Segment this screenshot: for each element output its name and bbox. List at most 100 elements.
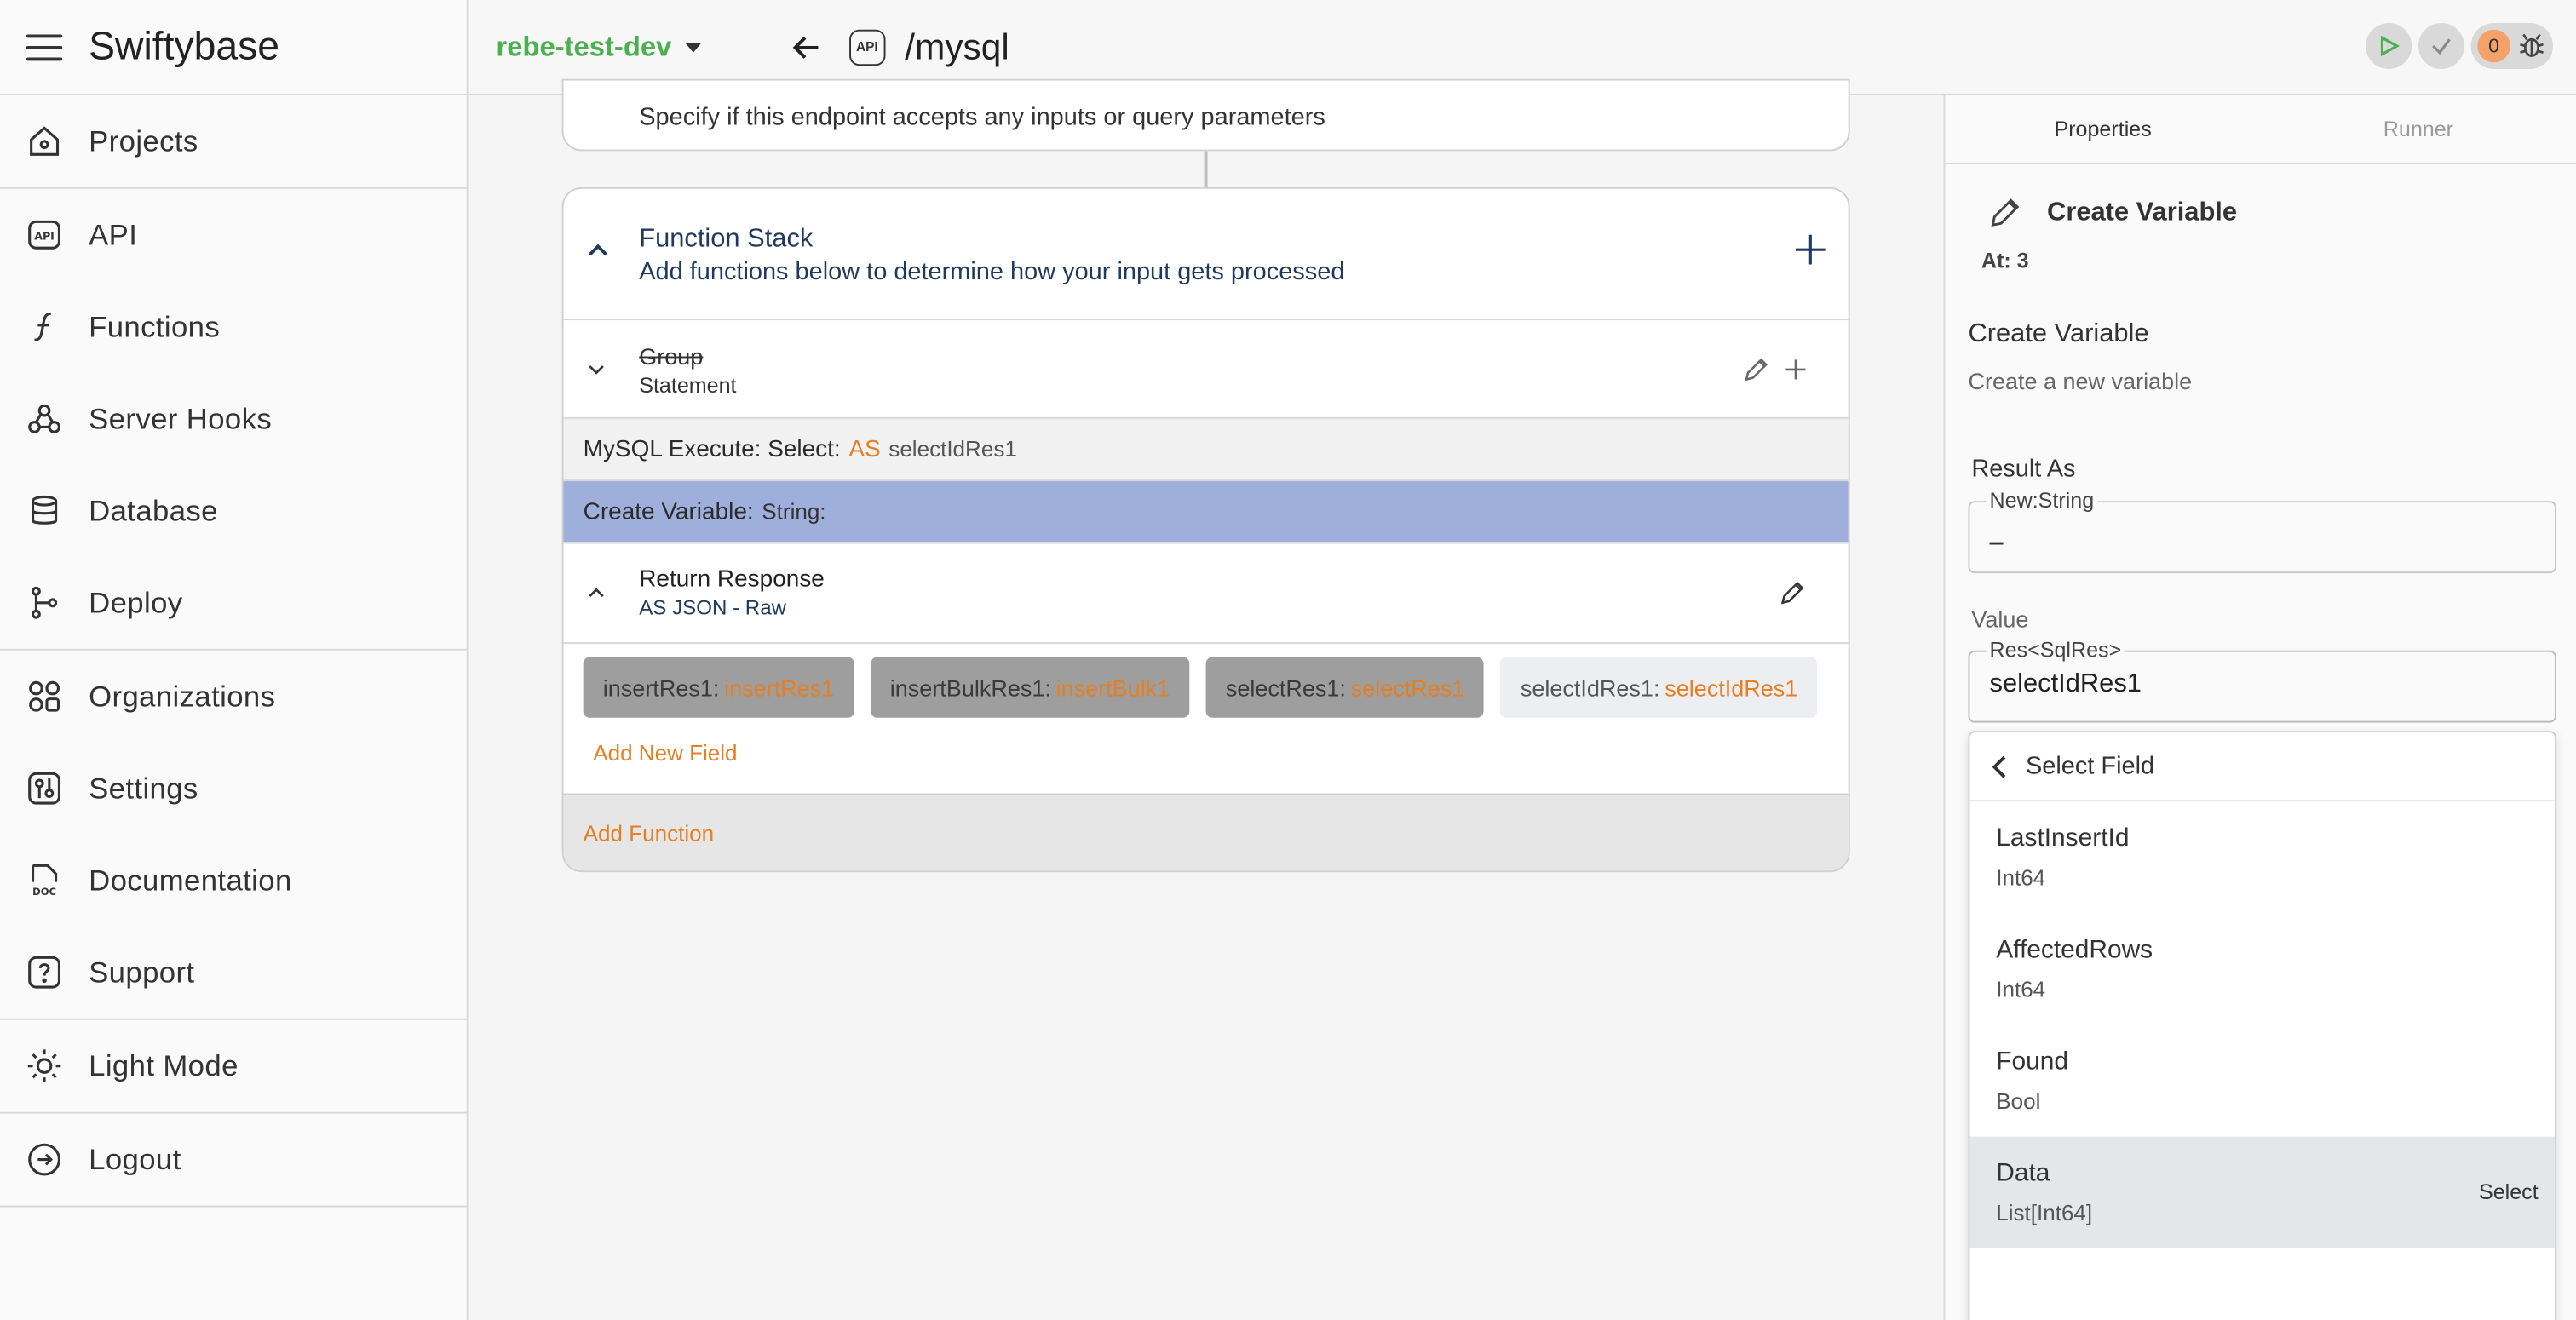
group-subtitle: Statement: [639, 372, 737, 398]
function-stack-header: Function Stack Add functions below to de…: [563, 189, 1849, 321]
database-icon: [26, 493, 62, 529]
chevron-up-icon[interactable]: [587, 238, 610, 261]
function-canvas: Specify if this endpoint accepts any inp…: [468, 78, 1944, 1320]
menu-icon[interactable]: [26, 33, 63, 60]
result-type-legend: New:String: [1986, 487, 2098, 513]
run-button[interactable]: [2366, 23, 2412, 70]
response-field-chip[interactable]: insertBulkRes1: insertBulk1: [870, 657, 1190, 718]
sidebar-item-functions[interactable]: Functions: [0, 281, 467, 373]
function-stack-desc: Add functions below to determine how you…: [639, 257, 1345, 286]
inputs-card[interactable]: Specify if this endpoint accepts any inp…: [561, 78, 1850, 152]
option-name: Data: [1996, 1159, 2050, 1188]
header-actions: 0: [2366, 23, 2554, 70]
svg-text:DOC: DOC: [32, 886, 56, 898]
sidebar-item-label: Deploy: [89, 585, 183, 619]
create-variable-row[interactable]: Create Variable: String:: [563, 481, 1849, 544]
tab-runner[interactable]: Runner: [2261, 95, 2576, 163]
sidebar-item-label: Support: [89, 955, 195, 989]
field-value: insertRes1: [724, 674, 835, 701]
response-field-chip[interactable]: selectIdRes1: selectIdRes1: [1500, 657, 1818, 718]
sidebar-item-light-mode[interactable]: Light Mode: [0, 1020, 467, 1112]
response-field-chip[interactable]: selectRes1: selectRes1: [1205, 657, 1485, 718]
sidebar-item-documentation[interactable]: DOC Documentation: [0, 835, 467, 927]
value-label: Value: [1971, 605, 2029, 633]
sidebar-item-organizations[interactable]: Organizations: [0, 651, 467, 743]
sidebar-item-label: Projects: [89, 123, 198, 158]
properties-panel: Properties Runner Create Variable At: 3 …: [1943, 95, 2576, 1320]
nav-group-theme: Light Mode: [0, 1020, 467, 1114]
pencil-icon[interactable]: [1780, 580, 1806, 606]
sidebar-item-label: Light Mode: [89, 1048, 239, 1082]
add-new-field-link[interactable]: Add New Field: [593, 741, 1828, 766]
field-option-highlighted[interactable]: Data List[Int64] Select: [1969, 1136, 2555, 1248]
add-function-button[interactable]: Add Function: [563, 793, 1849, 871]
nav-group-build: API API Functions Server Hooks Database …: [0, 189, 467, 651]
field-value: selectRes1: [1350, 674, 1465, 701]
back-button[interactable]: [786, 27, 825, 66]
select-field-dropdown: Select Field LastInsertId Int64 Affected…: [1968, 731, 2556, 1320]
mysql-execute-row[interactable]: MySQL Execute: Select: AS selectIdRes1: [563, 418, 1849, 482]
response-field-list: insertRes1: insertRes1 insertBulkRes1: ins…: [583, 657, 1829, 718]
project-name: rebe-test-dev: [496, 30, 672, 62]
field-option[interactable]: LastInsertId Int64: [1969, 801, 2555, 913]
plus-icon[interactable]: [1783, 357, 1809, 383]
sidebar-item-label: API: [89, 217, 138, 251]
option-type: List[Int64]: [1996, 1200, 2093, 1225]
debug-button[interactable]: 0: [2470, 23, 2554, 70]
sidebar-item-logout[interactable]: Logout: [0, 1114, 467, 1206]
help-icon: [26, 955, 62, 990]
dropdown-back[interactable]: Select Field: [1969, 732, 2555, 802]
mysql-label: MySQL Execute: Select:: [583, 436, 841, 462]
response-title: Return Response: [639, 566, 825, 594]
project-selector[interactable]: rebe-test-dev: [496, 30, 702, 64]
sidebar-item-label: Database: [89, 493, 218, 527]
sidebar-item-projects[interactable]: Projects: [0, 95, 467, 187]
api-icon: API: [26, 217, 62, 253]
option-name: Found: [1996, 1047, 2069, 1076]
plus-icon[interactable]: [1792, 232, 1828, 267]
value-input[interactable]: Res<SqlRes> selectIdRes1: [1968, 637, 2556, 723]
nav-group-main: Projects: [0, 95, 467, 189]
response-field-chip[interactable]: insertRes1: insertRes1: [583, 657, 854, 718]
option-name: LastInsertId: [1996, 824, 2130, 852]
field-option[interactable]: Found Bool: [1969, 1024, 2555, 1136]
option-name: AffectedRows: [1996, 936, 2153, 965]
return-response-row[interactable]: Return Response AS JSON - Raw: [564, 543, 1849, 642]
sidebar-item-settings[interactable]: Settings: [0, 743, 467, 835]
validate-button[interactable]: [2418, 23, 2464, 70]
inputs-description: Specify if this endpoint accepts any inp…: [639, 103, 1325, 132]
sidebar-item-support[interactable]: Support: [0, 927, 467, 1019]
group-statement-row[interactable]: Group Statement: [563, 320, 1849, 419]
organizations-icon: [26, 679, 62, 715]
sidebar-item-server-hooks[interactable]: Server Hooks: [0, 373, 467, 465]
sidebar-item-database[interactable]: Database: [0, 465, 467, 557]
sidebar-item-deploy[interactable]: Deploy: [0, 557, 467, 649]
sidebar-item-api[interactable]: API API: [0, 189, 467, 281]
pencil-icon: [1991, 198, 2020, 227]
settings-icon: [26, 771, 62, 806]
value-text: selectIdRes1: [1989, 669, 2142, 698]
step-position: At: 3: [1981, 248, 2029, 273]
sidebar-item-label: Organizations: [89, 679, 276, 713]
result-as-field[interactable]: New:String –: [1968, 487, 2556, 574]
tab-properties[interactable]: Properties: [1945, 95, 2260, 163]
field-value: insertBulk1: [1055, 674, 1170, 701]
nav-group-account: Organizations Settings DOC Documentation…: [0, 651, 467, 1020]
option-type: Int64: [1996, 865, 2046, 891]
chevron-up-icon[interactable]: [587, 583, 607, 603]
dropdown-title: Select Field: [2025, 752, 2155, 781]
sidebar: Swiftybase Projects API API Functions Se…: [0, 0, 469, 1320]
arrow-left-icon: [792, 36, 818, 58]
error-count-badge: 0: [2477, 29, 2510, 63]
response-subtitle: AS JSON - Raw: [639, 596, 787, 620]
home-icon: [26, 123, 62, 159]
panel-title: Create Variable: [2047, 198, 2238, 227]
select-option-button[interactable]: Select: [2479, 1179, 2539, 1204]
panel-header: Create Variable: [1988, 197, 2237, 230]
chevron-down-icon[interactable]: [587, 359, 607, 379]
sidebar-item-label: Logout: [89, 1142, 181, 1175]
field-option[interactable]: AffectedRows Int64: [1969, 913, 2555, 1024]
sidebar-item-label: Server Hooks: [89, 401, 273, 435]
sidebar-item-label: Functions: [89, 309, 221, 343]
pencil-icon[interactable]: [1743, 357, 1769, 383]
